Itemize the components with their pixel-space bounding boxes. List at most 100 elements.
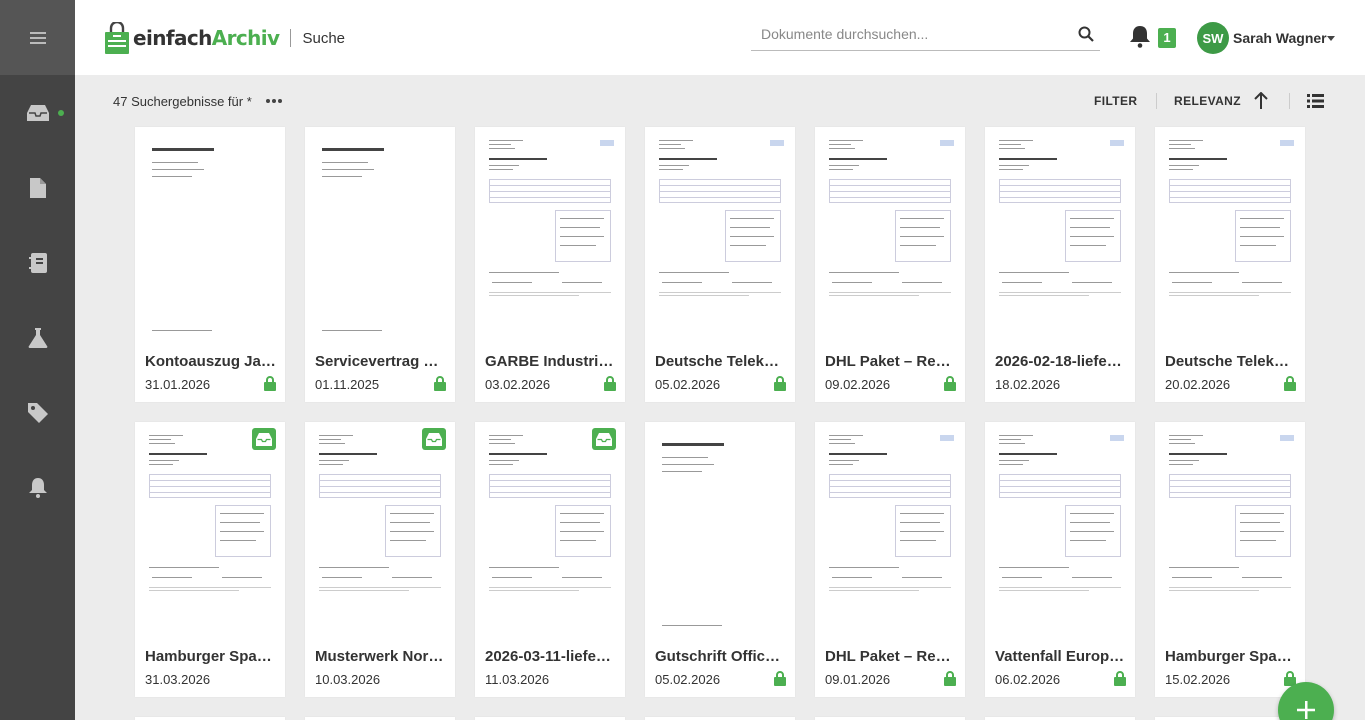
document-thumbnail bbox=[650, 132, 790, 342]
document-date: 05.02.2026 bbox=[655, 377, 721, 392]
toolbar-divider bbox=[1289, 93, 1290, 109]
document-title[interactable]: Servicevertrag C… bbox=[315, 353, 447, 370]
document-title[interactable]: DHL Paket – Rec… bbox=[825, 353, 957, 370]
document-title[interactable]: DHL Paket – Rec… bbox=[825, 648, 957, 665]
more-options-icon[interactable] bbox=[266, 99, 282, 103]
lock-icon bbox=[1284, 376, 1296, 396]
document-card[interactable]: GARBE Industria… 03.02.2026 bbox=[475, 127, 625, 402]
document-thumbnail bbox=[820, 427, 960, 637]
document-card[interactable]: 2026-03-11-liefe… 11.03.2026 bbox=[475, 422, 625, 697]
inbox-icon bbox=[26, 105, 49, 121]
sidebar-item-inbox[interactable] bbox=[0, 88, 75, 138]
inbox-badge-icon[interactable] bbox=[252, 428, 276, 450]
document-thumbnail bbox=[140, 132, 280, 342]
page-title: Suche bbox=[302, 29, 346, 47]
sidebar-item-lab[interactable] bbox=[0, 313, 75, 363]
sidebar-item-tags[interactable] bbox=[0, 388, 75, 438]
document-date: 31.03.2026 bbox=[145, 672, 211, 687]
document-thumbnail bbox=[1160, 132, 1300, 342]
document-date: 03.02.2026 bbox=[485, 377, 551, 392]
document-card[interactable]: Deutsche Teleko… 05.02.2026 bbox=[645, 127, 795, 402]
document-date: 15.02.2026 bbox=[1165, 672, 1231, 687]
document-title[interactable]: Deutsche Teleko… bbox=[655, 353, 787, 370]
document-thumbnail bbox=[650, 427, 790, 637]
document-card[interactable]: Musterwerk Nor… 10.03.2026 bbox=[305, 422, 455, 697]
document-card[interactable]: Gutschrift Office… 05.02.2026 bbox=[645, 422, 795, 697]
bell-icon bbox=[28, 478, 47, 498]
inbox-badge-icon[interactable] bbox=[592, 428, 616, 450]
document-date: 11.03.2026 bbox=[485, 672, 550, 687]
document-title[interactable]: Kontoauszug Ja… bbox=[145, 353, 277, 370]
document-title[interactable]: Vattenfall Europ… bbox=[995, 648, 1127, 665]
document-title[interactable]: Hamburger Spar… bbox=[145, 648, 277, 665]
document-date: 31.01.2026 bbox=[145, 377, 211, 392]
document-card[interactable]: Deutsche Teleko… 20.02.2026 bbox=[1155, 127, 1305, 402]
document-title[interactable]: GARBE Industria… bbox=[485, 353, 617, 370]
document-date: 06.02.2026 bbox=[995, 672, 1061, 687]
search-bar bbox=[751, 20, 1100, 51]
document-thumbnail bbox=[820, 132, 960, 342]
document-thumbnail bbox=[990, 427, 1130, 637]
document-card[interactable]: Servicevertrag C… 01.11.2025 bbox=[305, 127, 455, 402]
document-card[interactable]: DHL Paket – Rec… 09.02.2026 bbox=[815, 127, 965, 402]
lock-icon bbox=[944, 671, 956, 691]
sort-button[interactable]: RELEVANZ bbox=[1174, 94, 1241, 108]
hamburger-icon bbox=[29, 31, 46, 44]
filter-button[interactable]: FILTER bbox=[1094, 94, 1138, 108]
notification-count-badge[interactable]: 1 bbox=[1158, 28, 1176, 48]
document-thumbnail bbox=[1160, 427, 1300, 637]
document-card[interactable]: DHL Paket – Rec… 09.01.2026 bbox=[815, 422, 965, 697]
inbox-badge-icon[interactable] bbox=[422, 428, 446, 450]
document-title[interactable]: Gutschrift Office… bbox=[655, 648, 787, 665]
document-title[interactable]: 2026-02-18-liefe… bbox=[995, 353, 1127, 370]
top-bar: einfachArchiv Suche 1 SW Sarah Wagner bbox=[75, 0, 1365, 75]
document-thumbnail bbox=[310, 427, 450, 637]
document-date: 09.02.2026 bbox=[825, 377, 891, 392]
document-card[interactable]: Hamburger Spar… 15.02.2026 bbox=[1155, 422, 1305, 697]
user-name[interactable]: Sarah Wagner bbox=[1233, 30, 1327, 46]
lock-icon bbox=[944, 376, 956, 396]
results-count: 47 Suchergebnisse für * bbox=[113, 94, 252, 109]
menu-button[interactable] bbox=[0, 0, 75, 75]
binder-icon bbox=[28, 253, 47, 273]
logo-text: einfachArchiv bbox=[133, 26, 280, 50]
avatar[interactable]: SW bbox=[1197, 22, 1229, 54]
app-logo[interactable]: einfachArchiv Suche bbox=[105, 22, 345, 54]
search-input[interactable] bbox=[761, 26, 1061, 42]
flask-icon bbox=[28, 328, 47, 348]
search-icon[interactable] bbox=[1078, 26, 1094, 42]
document-title[interactable]: Musterwerk Nor… bbox=[315, 648, 447, 665]
document-thumbnail bbox=[480, 427, 620, 637]
plus-icon bbox=[1297, 701, 1315, 719]
sidebar-item-documents[interactable] bbox=[0, 163, 75, 213]
document-title[interactable]: Hamburger Spar… bbox=[1165, 648, 1297, 665]
document-date: 18.02.2026 bbox=[995, 377, 1061, 392]
document-thumbnail bbox=[990, 132, 1130, 342]
lock-icon bbox=[604, 376, 616, 396]
document-title[interactable]: 2026-03-11-liefe… bbox=[485, 648, 617, 665]
chevron-down-icon[interactable] bbox=[1327, 36, 1335, 41]
list-view-icon[interactable] bbox=[1307, 94, 1324, 108]
sidebar bbox=[0, 0, 75, 720]
archive-logo-icon bbox=[105, 22, 129, 54]
notification-bell-icon[interactable] bbox=[1130, 26, 1150, 48]
document-thumbnail bbox=[140, 427, 280, 637]
document-thumbnail bbox=[310, 132, 450, 342]
document-thumbnail bbox=[480, 132, 620, 342]
document-date: 20.02.2026 bbox=[1165, 377, 1231, 392]
document-title[interactable]: Deutsche Teleko… bbox=[1165, 353, 1297, 370]
document-card[interactable]: 2026-02-18-liefe… 18.02.2026 bbox=[985, 127, 1135, 402]
document-card[interactable]: Vattenfall Europ… 06.02.2026 bbox=[985, 422, 1135, 697]
tag-icon bbox=[27, 403, 48, 423]
arrow-up-icon[interactable] bbox=[1253, 92, 1269, 110]
lock-icon bbox=[774, 671, 786, 691]
active-indicator bbox=[58, 110, 64, 116]
results-toolbar: 47 Suchergebnisse für * FILTER RELEVANZ bbox=[75, 75, 1365, 127]
document-card[interactable]: Kontoauszug Ja… 31.01.2026 bbox=[135, 127, 285, 402]
lock-icon bbox=[264, 376, 276, 396]
lock-icon bbox=[434, 376, 446, 396]
document-card[interactable]: Hamburger Spar… 31.03.2026 bbox=[135, 422, 285, 697]
sidebar-item-notifications[interactable] bbox=[0, 463, 75, 513]
document-date: 01.11.2025 bbox=[315, 377, 380, 392]
sidebar-item-binders[interactable] bbox=[0, 238, 75, 288]
